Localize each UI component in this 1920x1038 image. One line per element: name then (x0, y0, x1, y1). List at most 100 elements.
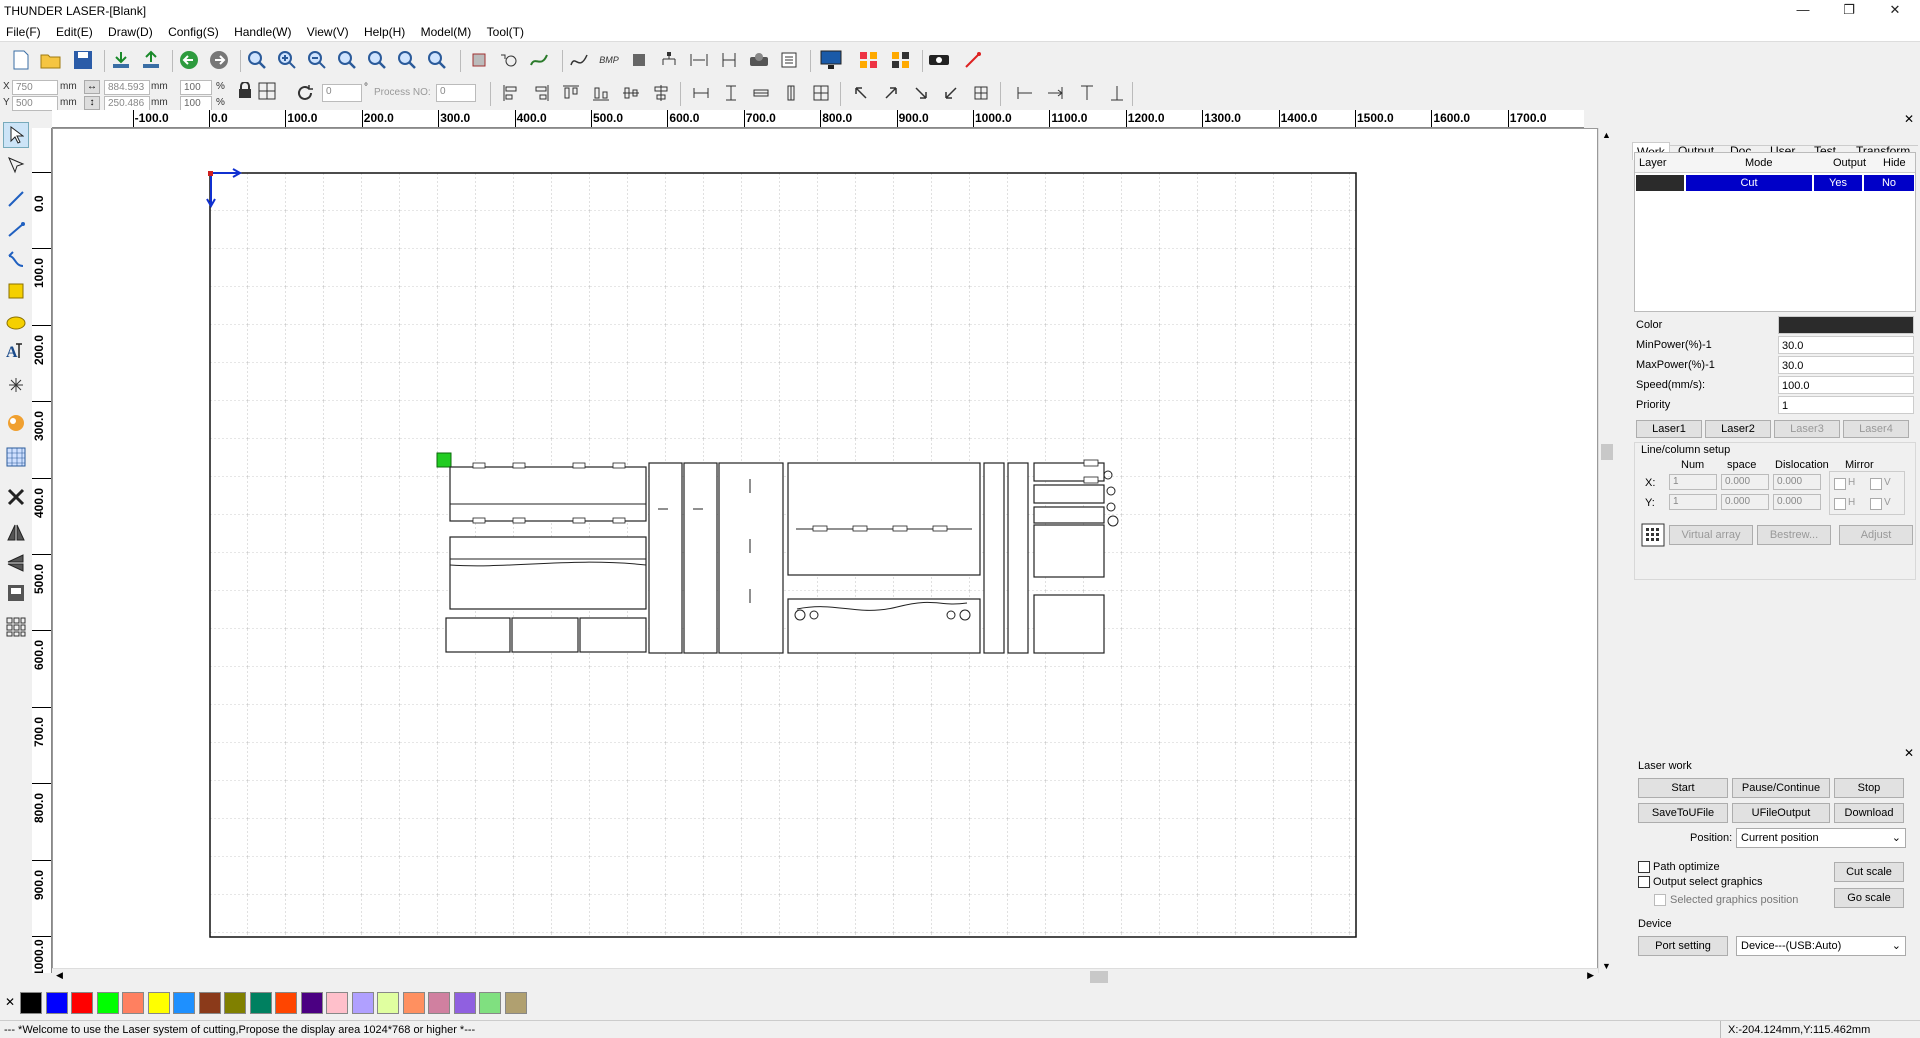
menu-edit[interactable]: Edit(E) (50, 22, 99, 42)
mirror-grid-icon[interactable] (256, 80, 278, 102)
device-select[interactable]: Device---(USB:Auto) ⌄ (1736, 936, 1906, 956)
menu-help[interactable]: Help(H) (358, 22, 411, 42)
align-left-icon[interactable] (498, 80, 524, 106)
vertical-scroll-thumb[interactable] (1601, 444, 1613, 460)
canvas-horizontal-scrollbar[interactable]: ◀ ▶ (52, 968, 1598, 984)
part-side-3[interactable] (718, 462, 784, 654)
scroll-right-icon[interactable]: ▶ (1587, 970, 1594, 981)
edge-left-icon[interactable] (1012, 80, 1038, 106)
zoom-real-icon[interactable] (424, 47, 450, 73)
tree-icon[interactable] (656, 47, 682, 73)
part-small-3[interactable] (1033, 506, 1105, 524)
width-field[interactable]: 884.593 (104, 80, 150, 95)
zoom-select-icon[interactable] (244, 47, 270, 73)
palette-swatch[interactable] (275, 992, 297, 1014)
menu-file[interactable]: File(F) (0, 22, 47, 42)
dist-h-icon[interactable] (686, 47, 712, 73)
new-file-icon[interactable] (8, 47, 34, 73)
height-field[interactable]: 250.486 (104, 96, 150, 111)
prop-maxpower-value[interactable]: 30.0 (1778, 356, 1914, 374)
laser3-tab[interactable]: Laser3 (1774, 420, 1840, 438)
curve-icon[interactable] (566, 47, 592, 73)
palette-swatch[interactable] (300, 992, 323, 1014)
part-panel-4[interactable] (511, 617, 579, 653)
scroll-down-icon[interactable]: ▼ (1602, 961, 1611, 971)
laser2-tab[interactable]: Laser2 (1705, 420, 1771, 438)
stop-button[interactable]: Stop (1834, 778, 1904, 798)
same-size-v-icon[interactable] (778, 80, 804, 106)
align-hcenter-icon[interactable] (648, 80, 674, 106)
redo-icon[interactable] (206, 47, 232, 73)
scroll-left-icon[interactable]: ◀ (56, 970, 63, 981)
zoom-in-icon[interactable] (274, 47, 300, 73)
restore-button[interactable]: ❐ (1826, 0, 1872, 22)
move-bottomleft-icon[interactable] (938, 80, 964, 106)
palette-swatch[interactable] (326, 992, 348, 1014)
array-y-space[interactable]: 0.000 (1721, 494, 1769, 510)
layer-hide-cell[interactable]: No (1864, 175, 1914, 191)
layer-mode-cell[interactable]: Cut (1686, 175, 1812, 191)
array-grid-icon[interactable] (1641, 523, 1665, 547)
bitmap-icon[interactable]: BMP (596, 47, 622, 73)
mirror-v-tool-icon[interactable] (3, 550, 29, 576)
edge-bottom-icon[interactable] (1104, 80, 1130, 106)
smooth-icon[interactable] (526, 47, 552, 73)
y-coord-field[interactable]: 500 (12, 96, 58, 111)
start-point-marker[interactable] (436, 452, 452, 468)
mirror-x-v-checkbox[interactable] (1870, 478, 1882, 490)
zoom-out-icon[interactable] (304, 47, 330, 73)
node-edit-icon[interactable] (3, 152, 29, 178)
palette-swatch[interactable] (249, 992, 272, 1014)
palette-swatch[interactable] (198, 992, 221, 1014)
download-button[interactable]: Download (1834, 803, 1904, 823)
palette-swatch[interactable] (504, 992, 527, 1014)
laser4-tab[interactable]: Laser4 (1843, 420, 1909, 438)
bestrew-button[interactable]: Bestrew... (1757, 525, 1831, 545)
cut-scale-button[interactable]: Cut scale (1834, 862, 1904, 882)
layer-color-swatch[interactable] (1636, 175, 1684, 191)
panel-close-icon[interactable]: ✕ (1904, 112, 1914, 126)
align-bottom-icon[interactable] (588, 80, 614, 106)
dist-v-icon[interactable] (716, 47, 742, 73)
mirror-y-v-checkbox[interactable] (1870, 498, 1882, 510)
menu-view[interactable]: View(V) (301, 22, 355, 42)
virtual-array-button[interactable]: Virtual array (1669, 525, 1753, 545)
palette-swatch[interactable] (351, 992, 374, 1014)
palette-swatch[interactable] (96, 992, 119, 1014)
part-panel-5[interactable] (579, 617, 647, 653)
mirror-h-tool-icon[interactable] (3, 520, 29, 546)
rotate-field[interactable]: 0 (322, 84, 362, 102)
rotate-icon[interactable] (294, 82, 316, 104)
laserwork-close-icon[interactable]: ✕ (1904, 746, 1914, 760)
part-side-2[interactable] (683, 462, 718, 654)
output-select-checkbox[interactable] (1638, 876, 1650, 888)
prop-priority-value[interactable]: 1 (1778, 396, 1914, 414)
menu-handle[interactable]: Handle(W) (228, 22, 297, 42)
text-tool-icon[interactable]: A (3, 338, 29, 364)
trim-tool-icon[interactable] (3, 580, 29, 606)
go-scale-button[interactable]: Go scale (1834, 888, 1904, 908)
part-small-4[interactable] (1033, 524, 1105, 578)
process-no-field[interactable]: 0 (436, 84, 476, 102)
width-lock-icon[interactable]: ↔ (84, 80, 100, 94)
grid-tool-icon[interactable] (3, 444, 29, 470)
palette-swatch[interactable] (71, 992, 93, 1014)
ufile-output-button[interactable]: UFileOutput (1732, 803, 1830, 823)
align-top-icon[interactable] (558, 80, 584, 106)
palette-swatch[interactable] (173, 992, 195, 1014)
palette-swatch[interactable] (147, 992, 170, 1014)
array-y-num[interactable]: 1 (1669, 494, 1717, 510)
array-x-space[interactable]: 0.000 (1721, 474, 1769, 490)
move-topleft-icon[interactable] (848, 80, 874, 106)
palette-swatch[interactable] (377, 992, 399, 1014)
drawing-canvas[interactable] (52, 128, 1598, 973)
pause-continue-button[interactable]: Pause/Continue (1732, 778, 1830, 798)
save-icon[interactable] (70, 47, 96, 73)
part-panel-3[interactable] (445, 617, 511, 653)
mirror-x-h-checkbox[interactable] (1834, 478, 1846, 490)
array-grid-icon[interactable] (888, 47, 914, 73)
move-center-icon[interactable] (968, 80, 994, 106)
align-right-icon[interactable] (528, 80, 554, 106)
curve-tool-icon[interactable] (3, 246, 29, 272)
part-panel-6[interactable] (787, 462, 981, 576)
